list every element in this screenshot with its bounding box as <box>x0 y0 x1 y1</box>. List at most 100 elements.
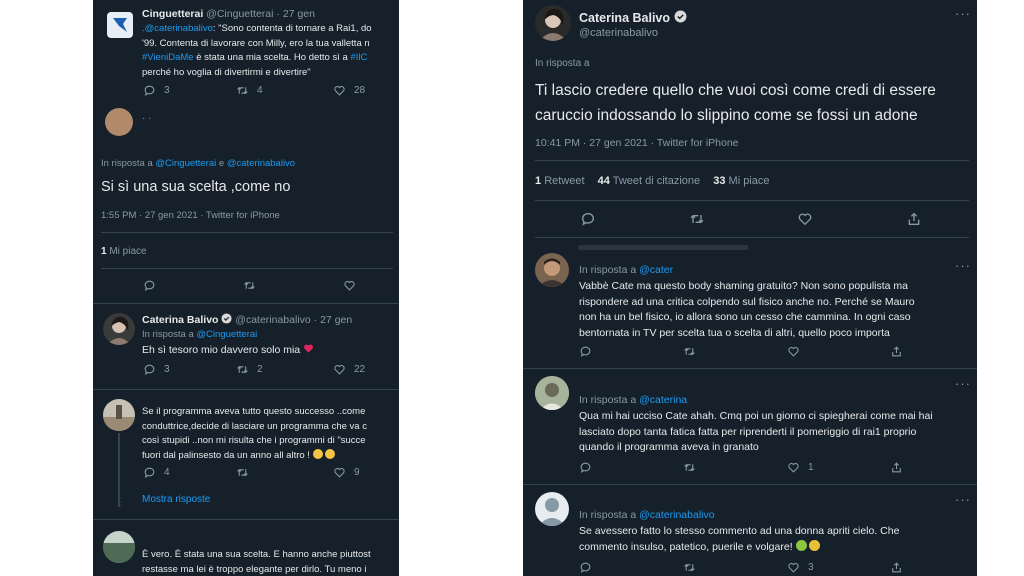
like-button[interactable]: 28 <box>333 84 365 97</box>
share-button[interactable] <box>906 211 922 227</box>
heart-icon <box>344 281 355 291</box>
tweet-text: Eh sì tesoro mio davvero solo mia <box>142 343 314 358</box>
retweet-button[interactable]: 2 <box>236 363 263 376</box>
reply-icon <box>144 364 155 376</box>
cinguetterai-avatar[interactable] <box>107 12 133 38</box>
retweet-button[interactable] <box>243 279 256 292</box>
retweet-icon <box>690 214 704 224</box>
share-button[interactable] <box>890 461 903 474</box>
reply-button[interactable]: 3 <box>143 363 170 376</box>
more-options-icon[interactable]: ··· <box>955 492 971 507</box>
retweet-icon <box>684 348 695 355</box>
reply-button[interactable] <box>579 461 592 474</box>
retweet-button[interactable] <box>689 211 705 227</box>
quotes-stat[interactable]: 44 Tweet di citazione <box>598 175 701 187</box>
mention-link[interactable]: @cater <box>639 264 673 276</box>
mention-link[interactable]: @Cinguetterai <box>155 158 216 169</box>
like-button[interactable] <box>797 211 813 227</box>
caterina-avatar[interactable] <box>103 313 135 345</box>
divider <box>535 160 969 161</box>
tweet-meta[interactable]: 1:55 PM · 27 gen 2021 · Twitter for iPho… <box>101 210 280 221</box>
thread-line <box>118 433 120 507</box>
heart-icon <box>334 86 345 96</box>
retweet-button[interactable] <box>683 345 696 358</box>
mention-link[interactable]: @caterinabalivo <box>639 509 714 521</box>
tweet-time[interactable]: 27 gen <box>283 8 315 20</box>
heart-icon <box>788 463 799 473</box>
like-button[interactable] <box>787 345 800 358</box>
heart-emoji-icon <box>304 344 314 353</box>
retweet-icon <box>684 564 695 571</box>
divider <box>93 519 399 520</box>
tweet-text: Se il programma aveva tutto questo succe… <box>142 406 367 461</box>
user-avatar[interactable] <box>535 376 569 410</box>
tweet-text: Ti lascio credere quello che vuoi così c… <box>535 82 936 124</box>
caterina-avatar[interactable] <box>535 5 571 41</box>
more-options-icon[interactable]: ··· <box>955 6 971 21</box>
heart-icon <box>334 468 345 478</box>
like-button[interactable]: 9 <box>333 466 360 479</box>
divider <box>101 232 393 233</box>
tweet-text: Qua mi hai ucciso Cate ahah. Cmq poi un … <box>579 410 933 453</box>
tweet-meta[interactable]: 10:41 PM · 27 gen 2021 · Twitter for iPh… <box>535 137 739 149</box>
more-options-icon[interactable]: ··· <box>955 376 971 391</box>
like-button[interactable] <box>343 279 356 292</box>
mention-link[interactable]: @caterina <box>639 394 687 406</box>
author-handle[interactable]: @caterinabalivo <box>235 314 310 326</box>
reply-button[interactable] <box>579 345 592 358</box>
retweet-button[interactable] <box>683 561 696 574</box>
reply-button[interactable] <box>580 211 596 227</box>
like-button[interactable]: 3 <box>787 561 814 574</box>
reply-context: In risposta a <box>535 58 590 69</box>
retweet-icon <box>237 469 248 476</box>
tweet-time[interactable]: 27 gen <box>320 314 352 326</box>
like-button[interactable]: 22 <box>333 363 365 376</box>
likes-stat[interactable]: 33 Mi piace <box>713 175 769 187</box>
reply-button[interactable] <box>579 561 592 574</box>
user-avatar[interactable] <box>535 253 569 287</box>
thinking-emoji-icon <box>324 448 335 459</box>
hashtag-link[interactable]: #VieniDaMe <box>142 52 194 63</box>
reply-context: In risposta a @caterina <box>579 394 688 406</box>
author-name[interactable]: Caterina Balivo <box>579 11 670 25</box>
reply-button[interactable] <box>143 279 156 292</box>
user-avatar[interactable] <box>103 531 135 563</box>
reply-button[interactable]: 3 <box>143 84 170 97</box>
retweet-button[interactable] <box>683 461 696 474</box>
tweet-text: È vero. È stata una sua scelta. E hanno … <box>142 549 371 575</box>
heart-icon <box>334 365 345 375</box>
retweet-button[interactable] <box>236 466 249 479</box>
hashtag-link[interactable]: #IlC <box>350 52 367 63</box>
share-icon <box>908 212 920 225</box>
tweet-text: Si sì una sua scelta ,come no <box>101 179 291 195</box>
share-button[interactable] <box>890 345 903 358</box>
more-options-icon[interactable]: ··· <box>955 258 971 273</box>
reply-icon <box>580 462 591 474</box>
author-name[interactable]: Cinguetterai <box>142 8 203 20</box>
heart-icon <box>788 563 799 573</box>
mention-link[interactable]: .@caterinabalivo <box>142 23 213 34</box>
heart-icon <box>788 347 799 357</box>
default-avatar[interactable] <box>535 492 569 526</box>
likes-stat[interactable]: 1 Mi piace <box>101 246 147 257</box>
share-icon <box>892 562 901 573</box>
author-name[interactable]: Caterina Balivo <box>142 314 218 326</box>
user-avatar[interactable] <box>103 399 135 431</box>
share-button[interactable] <box>890 561 903 574</box>
laughing-emoji-icon <box>312 448 323 459</box>
mention-link[interactable]: @Cinguetterai <box>196 329 257 340</box>
like-button[interactable]: 1 <box>787 461 814 474</box>
retweets-stat[interactable]: 1 Retweet <box>535 175 585 187</box>
show-replies-link[interactable]: Mostra risposte <box>142 494 210 505</box>
mention-link[interactable]: @caterinabalivo <box>227 158 295 169</box>
author-handle[interactable]: @caterinabalivo <box>579 27 658 39</box>
heart-icon <box>798 213 812 226</box>
reply-button[interactable]: 4 <box>143 466 170 479</box>
reply-context: In risposta a @cater <box>579 264 674 276</box>
reply-context: In risposta a @Cinguetterai <box>142 329 258 340</box>
user-avatar[interactable] <box>105 108 133 136</box>
reply-icon <box>144 280 155 292</box>
author-handle[interactable]: @Cinguetterai <box>206 8 273 20</box>
retweet-button[interactable]: 4 <box>236 84 263 97</box>
vomiting-emoji-icon <box>808 539 820 551</box>
